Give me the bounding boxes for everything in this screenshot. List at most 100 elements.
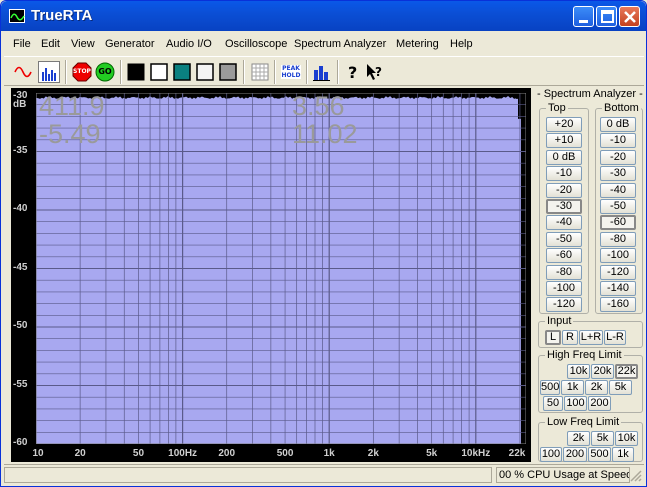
stop-button[interactable]: STOP — [71, 61, 93, 83]
bottom-level-button[interactable]: -40 — [600, 182, 636, 198]
menu-bar: File Edit View Generator Audio I/O Oscil… — [4, 34, 644, 54]
high-freq-button[interactable]: 22k — [615, 364, 638, 379]
top-level-button[interactable]: -60 — [546, 248, 582, 264]
go-button[interactable]: GO — [94, 61, 116, 83]
bottom-level-button[interactable]: -140 — [600, 281, 636, 296]
close-icon — [624, 11, 636, 23]
top-level-button[interactable]: -80 — [546, 264, 582, 280]
top-level-button[interactable]: -120 — [546, 297, 582, 313]
oscilloscope-button[interactable] — [13, 61, 35, 83]
bar-graph-button[interactable] — [311, 61, 333, 83]
grid-button[interactable] — [249, 61, 271, 83]
x-tick-label: 10kHz — [461, 448, 491, 459]
top-level-button[interactable]: -100 — [546, 281, 582, 296]
black-bg-icon — [127, 63, 145, 81]
title-bar[interactable]: TrueRTA — [1, 1, 646, 31]
input-lplusr-button[interactable]: L+R — [579, 330, 603, 345]
input-l-button[interactable]: L — [545, 330, 561, 345]
stop-label: STOP — [73, 68, 91, 75]
white-background-2-button[interactable] — [194, 61, 216, 83]
svg-text:?: ? — [375, 65, 382, 79]
y-tick-label: -55 — [13, 378, 28, 390]
low-freq-button[interactable]: 1k — [612, 447, 634, 462]
high-freq-button[interactable]: 1k — [561, 380, 584, 395]
spectrum-rolloff — [518, 118, 521, 444]
window-title: TrueRTA — [31, 7, 93, 24]
bottom-level-button[interactable]: -120 — [600, 264, 636, 280]
readout-left-bottom: -5.49 — [39, 119, 101, 149]
high-freq-button[interactable]: 500 — [540, 380, 560, 395]
high-freq-button[interactable]: 10k — [567, 364, 590, 379]
black-background-button[interactable] — [125, 61, 147, 83]
context-help-button[interactable]: ? — [364, 61, 386, 83]
maximize-button[interactable] — [596, 6, 617, 27]
help-button[interactable]: ? — [342, 61, 364, 83]
menu-oscilloscope[interactable]: Oscilloscope — [225, 38, 287, 50]
bottom-level-button[interactable]: -100 — [600, 248, 636, 264]
low-freq-button[interactable]: 10k — [615, 431, 638, 446]
top-level-button[interactable]: -10 — [546, 166, 582, 182]
bottom-level-button[interactable]: 0 dB — [600, 117, 636, 132]
high-freq-button[interactable]: 100 — [564, 396, 587, 411]
context-help-icon: ? — [367, 64, 382, 80]
bottom-level-button[interactable]: -80 — [600, 231, 636, 247]
input-lminusr-button[interactable]: L-R — [604, 330, 626, 345]
menu-file[interactable]: File — [13, 38, 31, 50]
bottom-level-button[interactable]: -160 — [600, 297, 636, 313]
peak-hold-button[interactable]: PEAK HOLD — [280, 61, 302, 83]
spectrum-top-edge — [36, 95, 517, 102]
gray-background-button[interactable] — [217, 61, 239, 83]
spectrum-display[interactable]: 411.9 -5.49 3.56 11.02 -30 dB -35 -40 -45 -5… — [11, 88, 531, 462]
hold-label: HOLD — [281, 72, 301, 79]
menu-spectrum-analyzer[interactable]: Spectrum Analyzer — [294, 38, 386, 50]
menu-view[interactable]: View — [71, 38, 95, 50]
top-level-button[interactable]: -30 — [546, 199, 582, 214]
bottom-level-button[interactable]: -10 — [600, 133, 636, 149]
bottom-level-button[interactable]: -30 — [600, 166, 636, 182]
teal-background-button[interactable] — [171, 61, 193, 83]
low-freq-button[interactable]: 5k — [591, 431, 614, 446]
menu-help[interactable]: Help — [450, 38, 473, 50]
top-level-button[interactable]: -50 — [546, 231, 582, 247]
close-button[interactable] — [619, 6, 640, 27]
grid-icon — [251, 63, 269, 81]
high-freq-button[interactable]: 20k — [591, 364, 614, 379]
y-tick-label: -35 — [13, 144, 28, 156]
y-tick-label: -40 — [13, 203, 28, 214]
low-freq-title: Low Freq Limit — [545, 416, 622, 428]
low-freq-button[interactable]: 100 — [540, 447, 562, 462]
bottom-level-button[interactable]: -60 — [600, 215, 636, 231]
input-r-button[interactable]: R — [562, 330, 578, 345]
top-level-button[interactable]: +10 — [546, 133, 582, 149]
bottom-level-button[interactable]: -50 — [600, 199, 636, 214]
white-background-button[interactable] — [148, 61, 170, 83]
top-level-button[interactable]: 0 dB — [546, 149, 582, 165]
resize-grip-icon[interactable] — [630, 470, 642, 482]
sine-wave-icon — [14, 66, 32, 78]
top-level-button[interactable]: +20 — [546, 117, 582, 132]
x-tick-label: 500 — [276, 448, 294, 459]
low-freq-button[interactable]: 2k — [567, 431, 590, 446]
low-freq-button[interactable]: 500 — [588, 447, 611, 462]
menu-generator[interactable]: Generator — [105, 38, 155, 50]
high-freq-button[interactable]: 5k — [609, 380, 632, 395]
high-freq-button[interactable]: 50 — [543, 396, 563, 411]
input-title: Input — [545, 315, 574, 327]
low-freq-button[interactable]: 200 — [563, 447, 587, 462]
bottom-label: Bottom — [602, 102, 641, 114]
spectrum-fill — [36, 98, 518, 444]
bottom-level-button[interactable]: -20 — [600, 149, 636, 165]
minimize-button[interactable] — [573, 6, 594, 27]
high-freq-button[interactable]: 200 — [588, 396, 611, 411]
menu-edit[interactable]: Edit — [41, 38, 60, 50]
app-window: TrueRTA File Edit View Generator Audio I… — [0, 0, 647, 487]
high-freq-button[interactable]: 2k — [585, 380, 608, 395]
menu-audio-io[interactable]: Audio I/O — [166, 38, 212, 50]
toolbar: STOP GO PEAK HOLD ? ? — [4, 56, 644, 86]
y-tick-label: -60 — [13, 437, 28, 448]
top-level-button[interactable]: -40 — [546, 215, 582, 231]
spectrum-button[interactable] — [38, 61, 60, 83]
menu-metering[interactable]: Metering — [396, 38, 439, 50]
spectrum-plot[interactable] — [36, 93, 526, 444]
top-level-button[interactable]: -20 — [546, 182, 582, 198]
